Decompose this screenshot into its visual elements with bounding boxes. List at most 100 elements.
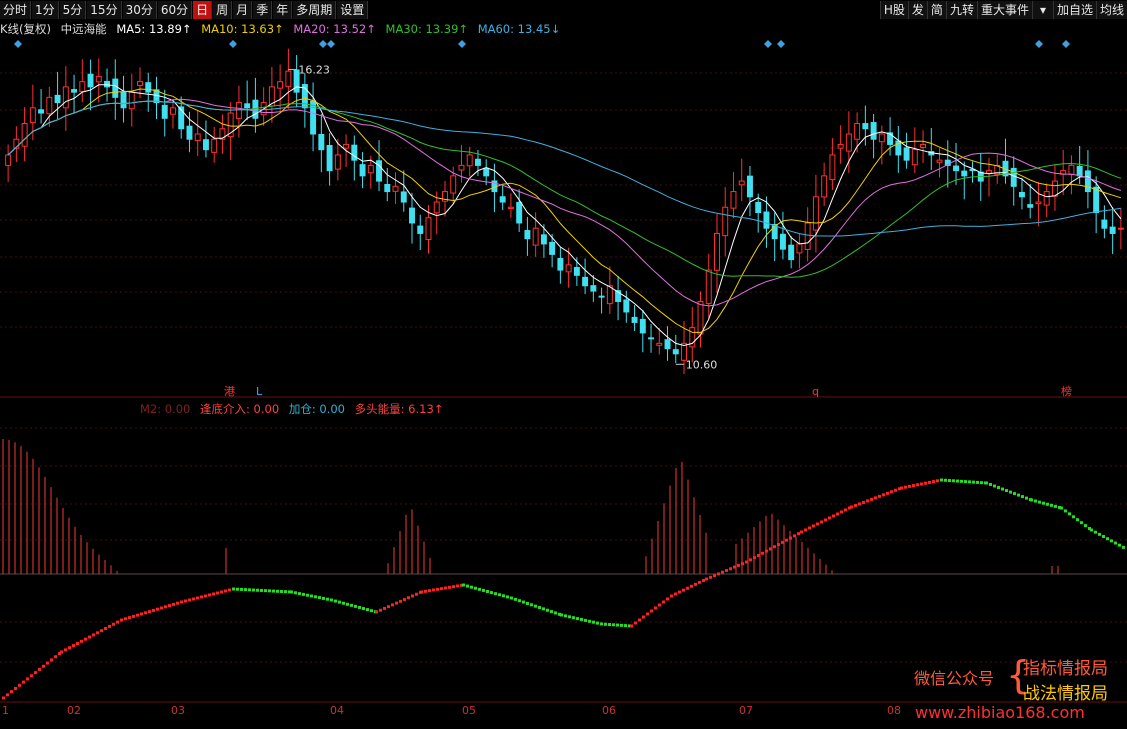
candle-body xyxy=(1109,226,1116,234)
energy-dot xyxy=(797,532,800,536)
candle-body xyxy=(21,123,28,147)
energy-dot xyxy=(638,618,641,622)
energy-dot xyxy=(522,600,525,604)
candle-body xyxy=(565,264,572,273)
energy-dot xyxy=(436,587,439,591)
energy-dot xyxy=(886,491,889,495)
energy-dot xyxy=(1090,528,1093,532)
candle-body xyxy=(351,144,358,161)
energy-dot xyxy=(116,620,119,624)
candlestick-chart[interactable]: 16.23 10.60 港 Lq 榜 xyxy=(0,0,1127,729)
energy-dot xyxy=(844,508,847,512)
energy-dot xyxy=(630,624,633,628)
energy-dot xyxy=(721,570,724,574)
candle-body xyxy=(458,164,465,171)
candle-body xyxy=(516,201,523,224)
energy-dot xyxy=(596,621,599,625)
energy-dot xyxy=(100,629,103,633)
energy-dot xyxy=(862,500,865,504)
energy-dot xyxy=(104,627,107,631)
energy-dot xyxy=(928,480,931,484)
energy-dot xyxy=(741,562,744,566)
energy-dot xyxy=(894,488,897,492)
energy-dot xyxy=(554,611,557,615)
energy-dot xyxy=(624,624,627,628)
energy-dot xyxy=(10,690,13,694)
energy-dot xyxy=(874,496,877,500)
energy-dot xyxy=(30,674,33,678)
energy-dot xyxy=(1106,537,1109,541)
candle-body xyxy=(128,91,135,110)
energy-dot xyxy=(136,613,139,617)
diamond-icon xyxy=(229,40,237,48)
candle-body xyxy=(540,234,547,245)
energy-dot xyxy=(26,677,29,681)
energy-dot xyxy=(592,620,595,624)
energy-dot xyxy=(769,547,772,551)
marker-1: L xyxy=(256,385,263,398)
energy-dot xyxy=(749,558,752,562)
candle-body xyxy=(1035,201,1042,205)
candle-body xyxy=(722,206,729,237)
energy-dot xyxy=(424,589,427,593)
energy-dot xyxy=(904,485,907,489)
bottom-entry-label: 逢底介入: 0.00 xyxy=(200,402,280,416)
energy-dot xyxy=(272,589,275,593)
candle-body xyxy=(986,170,992,174)
energy-dot xyxy=(1017,493,1020,497)
candle-body xyxy=(359,164,366,177)
energy-dot xyxy=(84,637,87,641)
energy-dot xyxy=(1034,499,1037,503)
energy-dot xyxy=(64,648,67,652)
energy-dot xyxy=(1068,512,1071,516)
energy-dot xyxy=(444,586,447,590)
energy-dot xyxy=(1030,498,1033,502)
diamond-icon xyxy=(458,40,466,48)
energy-dot xyxy=(494,592,497,596)
ma5-line xyxy=(7,84,1122,347)
energy-dot xyxy=(989,483,992,487)
candle-body xyxy=(664,339,671,350)
candle-body xyxy=(285,70,292,87)
candle-body xyxy=(639,318,646,334)
candle-body xyxy=(54,94,61,104)
x-tick: 06 xyxy=(602,704,616,717)
energy-dot xyxy=(498,593,501,597)
candle-body xyxy=(755,201,762,214)
energy-dot xyxy=(1072,515,1075,519)
candle-body xyxy=(590,285,597,292)
energy-dot xyxy=(729,567,732,571)
energy-dot xyxy=(264,589,267,593)
diamond-icon xyxy=(764,40,772,48)
energy-dot xyxy=(916,483,919,487)
candle-body xyxy=(38,109,45,114)
candle-body xyxy=(194,133,201,141)
energy-dot xyxy=(456,584,459,588)
energy-dot xyxy=(1009,490,1012,494)
energy-dot xyxy=(314,595,317,599)
energy-dot xyxy=(350,603,353,607)
candle-body xyxy=(862,123,869,130)
candle-body xyxy=(1043,191,1050,206)
candle-body xyxy=(804,222,811,250)
candle-body xyxy=(507,206,514,210)
energy-dot xyxy=(354,604,357,608)
candle-body xyxy=(672,349,679,355)
energy-dot xyxy=(88,635,91,639)
energy-dot xyxy=(1098,532,1101,536)
energy-dot xyxy=(538,606,541,610)
energy-dot xyxy=(1122,545,1125,549)
energy-dot xyxy=(208,593,211,597)
x-tick: 05 xyxy=(462,704,476,717)
energy-dot xyxy=(968,480,971,484)
energy-dot xyxy=(1005,489,1008,493)
energy-dot xyxy=(268,589,271,593)
candle-body xyxy=(235,102,242,119)
energy-dot xyxy=(666,597,669,601)
indicator-legend: M2: 0.00 逢底介入: 0.00 加仓: 0.00 多头能量: 6.13↑ xyxy=(140,402,449,416)
candle-body xyxy=(474,158,481,166)
candle-body xyxy=(170,107,176,115)
energy-dot xyxy=(866,499,869,503)
candle-body xyxy=(433,201,440,214)
energy-dot xyxy=(302,592,305,596)
